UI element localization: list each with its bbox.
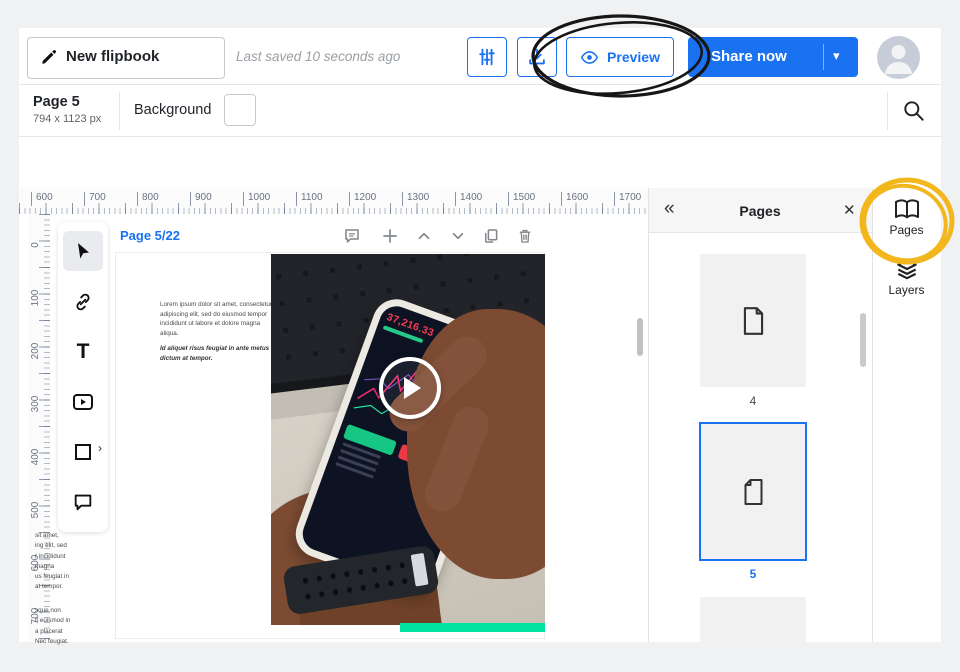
flipbook-title[interactable]: New flipbook (66, 48, 159, 65)
tab-layers-label: Layers (872, 283, 941, 297)
speech-bubble-icon (72, 491, 94, 513)
pencil-icon (40, 48, 58, 66)
delete-page-icon[interactable] (516, 227, 534, 245)
ruler-tick: 100 (26, 288, 46, 308)
shape-tool[interactable] (63, 432, 103, 472)
divider (887, 92, 888, 130)
ruler-tick: 800 (137, 192, 159, 206)
ruler-tick: 1200 (349, 192, 376, 206)
text-tool[interactable]: T (63, 332, 103, 372)
text-tool-icon: T (77, 340, 90, 364)
page-thumbnail-5-selected[interactable] (699, 422, 807, 561)
ruler-tick: 400 (26, 447, 46, 467)
comment-tool[interactable] (63, 482, 103, 522)
ruler-tick: 900 (190, 192, 212, 206)
background-label: Background (134, 102, 211, 118)
play-button-overlay[interactable] (379, 357, 441, 419)
duplicate-page-icon[interactable] (482, 227, 500, 245)
current-page-label: Page 5 (33, 94, 80, 110)
select-tool[interactable] (63, 231, 103, 271)
ruler-tick: 1300 (402, 192, 429, 206)
horizontal-ruler (19, 188, 648, 214)
background-color-swatch[interactable] (224, 94, 256, 126)
open-book-icon (893, 198, 921, 222)
pages-panel-title: Pages (648, 203, 872, 219)
thumbnail-4-label: 4 (700, 394, 806, 408)
download-icon (526, 46, 548, 68)
sliders-icon (476, 46, 498, 68)
ruler-tick: 1400 (455, 192, 482, 206)
tab-layers[interactable]: Layers (872, 256, 941, 297)
tab-pages-label: Pages (872, 223, 941, 237)
last-saved-status: Last saved 10 seconds ago (236, 49, 400, 64)
overflow-text-block-2[interactable]: sque non it euismod in a placerat Nec fe… (35, 606, 117, 647)
ruler-tick: 700 (84, 192, 106, 206)
ruler-tick: 1000 (243, 192, 270, 206)
cursor-icon (73, 241, 93, 261)
thumbnail-5-label: 5 (700, 567, 806, 581)
overflow-text-block-1[interactable]: sit amet, ing elit, sed r incididunt mag… (35, 531, 117, 593)
close-panel-icon[interactable]: ✕ (843, 201, 856, 219)
settings-button[interactable] (467, 37, 507, 77)
divider (19, 84, 941, 85)
page-video-image[interactable]: 37,216.33 (271, 254, 545, 625)
video-icon (71, 391, 95, 413)
link-tool[interactable] (63, 282, 103, 322)
pages-panel-scrollbar[interactable] (860, 313, 866, 367)
ruler-tick: 1600 (561, 192, 588, 206)
preview-button[interactable]: Preview (566, 37, 674, 77)
share-now-label: Share now (711, 48, 787, 65)
person-icon (877, 36, 920, 79)
page-comment-icon[interactable] (343, 227, 361, 245)
link-icon (72, 291, 94, 313)
move-page-up-icon[interactable] (415, 227, 433, 245)
divider (19, 136, 941, 137)
page-dimensions: 794 x 1123 px (33, 113, 101, 125)
move-page-down-icon[interactable] (449, 227, 467, 245)
share-split-divider (823, 44, 824, 70)
share-dropdown-caret[interactable]: ▾ (833, 48, 840, 64)
ruler-tick: 200 (26, 341, 46, 361)
ruler-tick: 1700 (614, 192, 641, 206)
ruler-tick: 0 (26, 235, 46, 255)
page-thumbnail-6-partial[interactable] (700, 597, 806, 642)
user-avatar[interactable] (877, 36, 920, 79)
divider (119, 92, 120, 130)
layers-icon (894, 256, 920, 282)
shape-tool-expander[interactable]: › (98, 441, 102, 455)
page-thumbnail-4[interactable] (700, 254, 806, 387)
preview-label: Preview (607, 49, 660, 65)
teal-accent-bar[interactable] (400, 623, 545, 632)
ruler-tick: 1100 (296, 192, 323, 206)
page-indicator: Page 5/22 (120, 228, 180, 243)
document-icon (741, 478, 766, 506)
document-icon (740, 306, 767, 336)
ruler-tick: 300 (26, 394, 46, 414)
canvas-scrollbar[interactable] (637, 318, 643, 356)
ruler-tick: 1500 (508, 192, 535, 206)
tab-pages[interactable]: Pages (872, 198, 941, 237)
download-button[interactable] (517, 37, 557, 77)
ruler-tick: 600 (31, 192, 53, 206)
video-tool[interactable] (63, 382, 103, 422)
eye-icon (580, 48, 599, 67)
ruler-tick: 500 (26, 500, 46, 520)
page-callout-text[interactable]: Id aliquet risus feugiat in ante metus d… (160, 344, 282, 363)
search-icon[interactable] (901, 98, 927, 124)
square-icon (73, 442, 93, 462)
add-page-icon[interactable] (381, 227, 399, 245)
page-paragraph[interactable]: Lorem ipsum dolor sit amet, consectetur … (160, 300, 278, 338)
